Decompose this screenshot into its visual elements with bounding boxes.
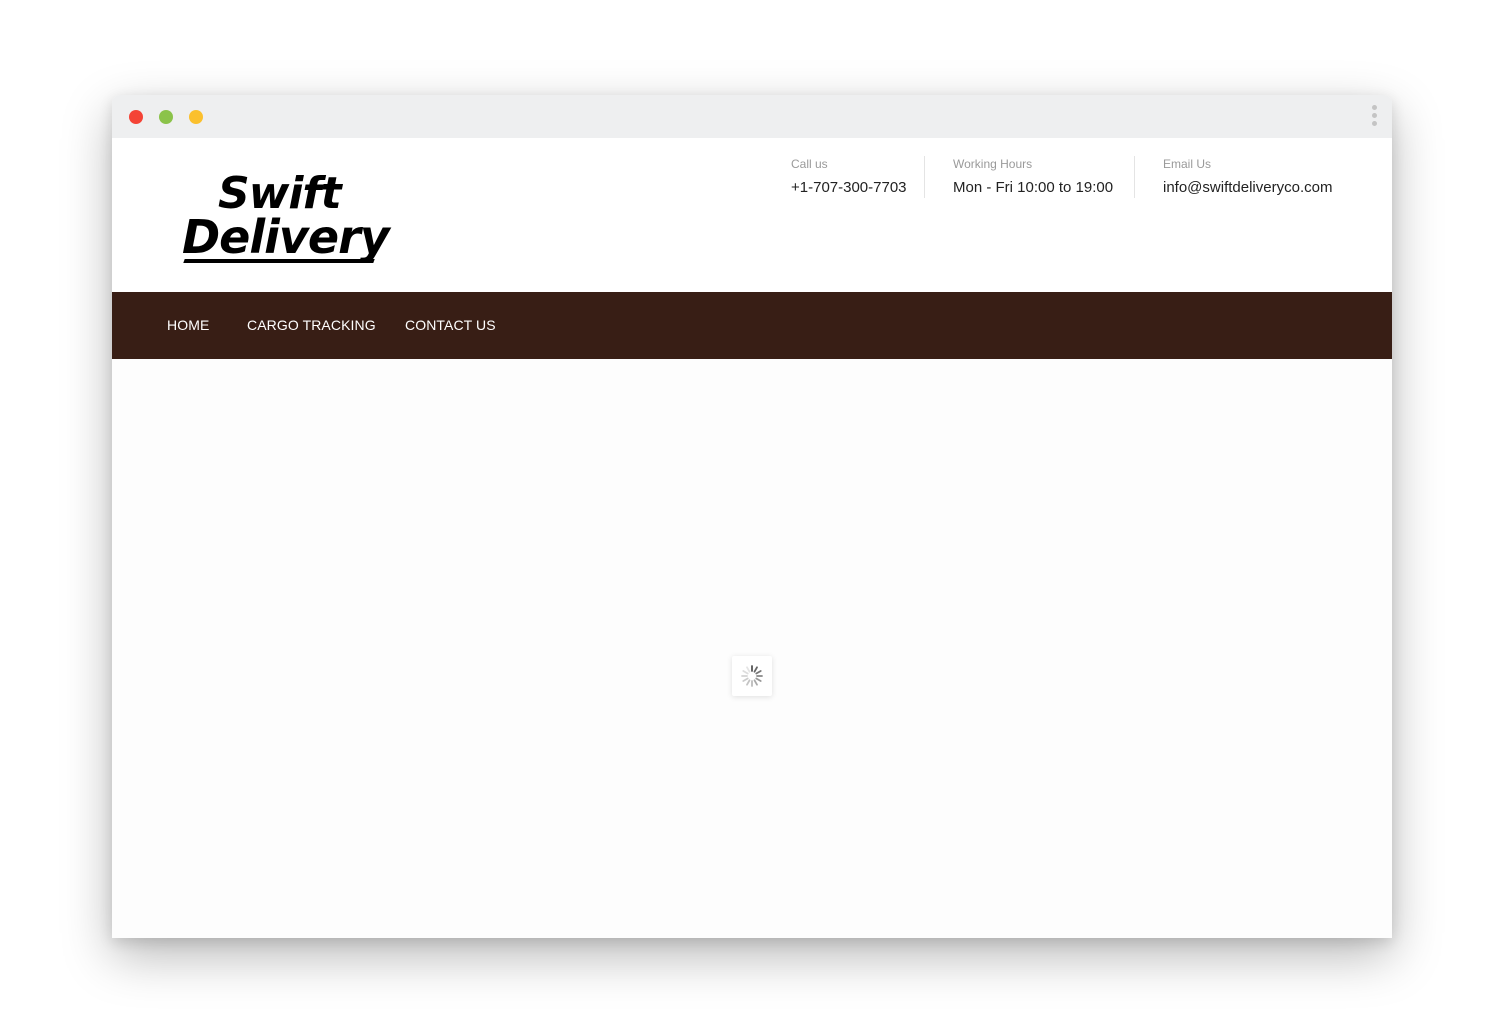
main-content bbox=[112, 359, 1392, 938]
info-divider bbox=[1134, 156, 1135, 198]
nav-item-contact-us[interactable]: CONTACT US bbox=[405, 317, 496, 333]
contact-hours: Working Hours Mon - Fri 10:00 to 19:00 bbox=[953, 156, 1113, 200]
contact-call: Call us +1-707-300-7703 bbox=[791, 156, 907, 200]
window-close-button[interactable] bbox=[129, 110, 143, 124]
nav-item-cargo-tracking[interactable]: CARGO TRACKING bbox=[247, 317, 376, 333]
contact-email: Email Us info@swiftdeliveryco.com bbox=[1163, 156, 1332, 200]
logo-underline bbox=[183, 259, 375, 263]
call-value[interactable]: +1-707-300-7703 bbox=[791, 178, 907, 198]
browser-window: Swift Delivery Call us +1-707-300-7703 W… bbox=[112, 95, 1392, 938]
browser-titlebar bbox=[112, 95, 1392, 138]
logo-text-line2: Delivery bbox=[182, 210, 390, 264]
site-header: Swift Delivery Call us +1-707-300-7703 W… bbox=[112, 138, 1392, 292]
loading-spinner-icon bbox=[741, 665, 763, 687]
hours-value: Mon - Fri 10:00 to 19:00 bbox=[953, 179, 1114, 196]
call-label: Call us bbox=[791, 157, 828, 171]
email-value[interactable]: info@swiftdeliveryco.com bbox=[1163, 178, 1332, 198]
hours-label: Working Hours bbox=[953, 157, 1033, 171]
main-navbar: HOME CARGO TRACKING CONTACT US bbox=[112, 292, 1392, 359]
loading-spinner bbox=[732, 656, 772, 696]
window-minimize-button[interactable] bbox=[159, 110, 173, 124]
window-maximize-button[interactable] bbox=[189, 110, 203, 124]
nav-item-home[interactable]: HOME bbox=[167, 317, 209, 333]
site-logo[interactable]: Swift Delivery bbox=[182, 168, 390, 264]
email-label: Email Us bbox=[1163, 157, 1212, 171]
kebab-menu-icon[interactable] bbox=[1368, 105, 1380, 129]
info-divider bbox=[924, 156, 925, 198]
